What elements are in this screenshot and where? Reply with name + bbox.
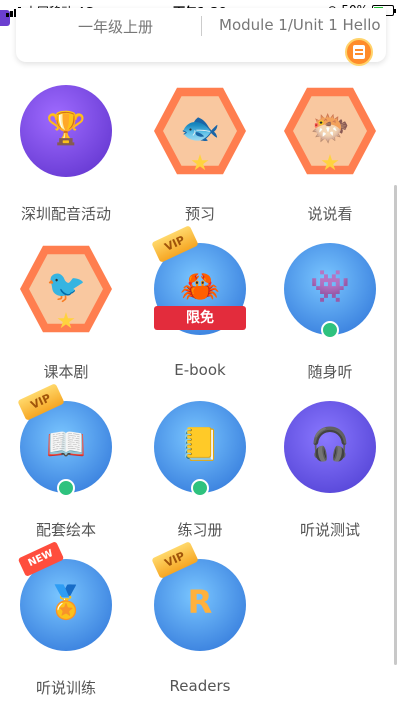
grid-item-picture-book[interactable]: 📖 VIP 配套绘本 (6, 383, 126, 551)
toucan-icon: 🐦 ★ (20, 243, 112, 335)
header-divider (201, 16, 202, 36)
star-icon: ★ (320, 151, 340, 176)
grid-item-preview[interactable]: 🐟 ★ 预习 (140, 85, 260, 235)
grid-item-portable-listening[interactable]: 👾 随身听 (270, 243, 390, 393)
gem-icon (321, 321, 339, 339)
crab-icon: 🦀 VIP 限免 (151, 225, 246, 335)
free-ribbon: 限免 (154, 306, 246, 330)
grid-item-listening-training[interactable]: 🏅 NEW 听说训练 (6, 541, 126, 709)
grid-item-textbook-drama[interactable]: 🐦 ★ 课本剧 (6, 243, 126, 393)
grid-item-listening-test[interactable]: 🎧 听说测试 (270, 401, 390, 551)
grade-selector[interactable]: 一年级上册 (78, 16, 153, 37)
headphones-icon: 🎧 (284, 401, 376, 493)
grid-item-label: 听说训练 (35, 679, 96, 697)
grid-item-label: E-book (174, 361, 226, 379)
fish-icon: 🐟 ★ (154, 85, 246, 177)
grid-item-label: Readers (169, 677, 231, 695)
trophy-icon: 🏆 (20, 85, 112, 177)
grid-item-label: 课本剧 (43, 363, 89, 381)
grid-item-label: 练习册 (177, 521, 223, 539)
medal-icon: 🏅 NEW (17, 541, 112, 651)
grid-item-speak[interactable]: 🐡 ★ 说说看 (270, 85, 390, 235)
pufferfish-icon: 🐡 ★ (284, 85, 376, 177)
grid-item-label: 配套绘本 (35, 521, 96, 539)
header-card: 一年级上册 Module 1/Unit 1 Hello (16, 8, 386, 62)
scrollbar[interactable] (394, 185, 397, 665)
star-icon: ★ (190, 151, 210, 176)
grid-item-label: 预习 (184, 205, 215, 223)
star-icon: ★ (56, 309, 76, 334)
gem-icon (57, 479, 75, 497)
grid-item-readers[interactable]: R VIP Readers (140, 541, 260, 709)
unit-selector[interactable]: Module 1/Unit 1 Hello (219, 16, 381, 34)
grid-item-dubbing-activity[interactable]: 🏆 深圳配音活动 (6, 85, 126, 235)
grid-item-label: 听说测试 (299, 521, 360, 539)
grid-item-ebook[interactable]: 🦀 VIP 限免 E-book (140, 225, 260, 393)
grid-item-label: 深圳配音活动 (20, 205, 111, 223)
menu-list-icon[interactable] (345, 38, 373, 66)
grid-item-workbook[interactable]: 📒 练习册 (140, 401, 260, 551)
headphone-monster-icon: 👾 (284, 243, 376, 339)
grid-item-label: 随身听 (307, 363, 353, 381)
workbook-icon: 📒 (154, 401, 246, 497)
gem-icon (191, 479, 209, 497)
grid-item-label: 说说看 (307, 205, 353, 223)
picture-book-icon: 📖 VIP (17, 383, 112, 497)
readers-r-icon: R VIP (151, 541, 246, 651)
